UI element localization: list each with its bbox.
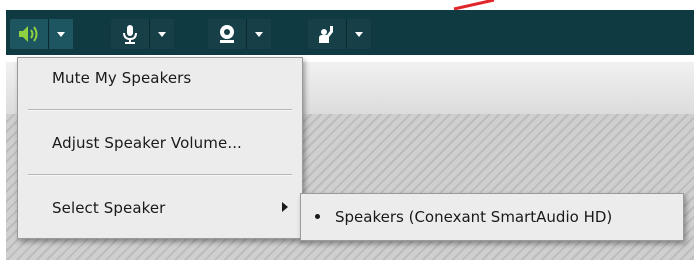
speaker-control (10, 19, 73, 49)
screenshot-stage: Mute My Speakers Adjust Speaker Volume..… (0, 0, 694, 260)
webcam-icon (220, 25, 234, 43)
status-control (308, 19, 371, 49)
raise-hand-button[interactable] (308, 19, 346, 49)
menu-item-label: Adjust Speaker Volume... (52, 134, 242, 152)
menu-item-mute-my-speakers[interactable]: Mute My Speakers (18, 58, 302, 98)
menu-divider (28, 174, 292, 176)
meeting-toolbar (6, 10, 694, 58)
microphone-menu-dropdown[interactable] (149, 19, 174, 49)
status-menu-dropdown[interactable] (346, 19, 371, 49)
chevron-down-icon (355, 31, 363, 37)
microphone-icon (123, 25, 137, 44)
menu-item-adjust-speaker-volume[interactable]: Adjust Speaker Volume... (18, 123, 302, 163)
submenu-item-speaker-device[interactable]: Speakers (Conexant SmartAudio HD) (301, 194, 683, 240)
webcam-menu-dropdown[interactable] (246, 19, 271, 49)
chevron-right-icon (282, 202, 288, 212)
select-speaker-submenu: Speakers (Conexant SmartAudio HD) (300, 193, 684, 241)
chevron-down-icon (158, 31, 166, 37)
chevron-down-icon (57, 31, 65, 37)
speaker-icon (19, 26, 38, 42)
speaker-menu-dropdown[interactable] (48, 19, 73, 49)
microphone-button[interactable] (111, 19, 149, 49)
menu-item-select-speaker[interactable]: Select Speaker (18, 188, 302, 228)
menu-divider (28, 109, 292, 111)
speaker-button[interactable] (10, 19, 48, 49)
microphone-control (111, 19, 174, 49)
webcam-button[interactable] (208, 19, 246, 49)
chevron-down-icon (255, 31, 263, 37)
submenu-item-label: Speakers (Conexant SmartAudio HD) (335, 208, 613, 226)
menu-item-label: Mute My Speakers (52, 69, 192, 87)
annotation-arrow (453, 0, 495, 10)
speaker-dropdown-menu: Mute My Speakers Adjust Speaker Volume..… (17, 57, 303, 239)
raise-hand-icon (319, 26, 333, 43)
selected-bullet-icon (315, 214, 320, 219)
webcam-control (208, 19, 271, 49)
menu-item-label: Select Speaker (52, 199, 166, 217)
